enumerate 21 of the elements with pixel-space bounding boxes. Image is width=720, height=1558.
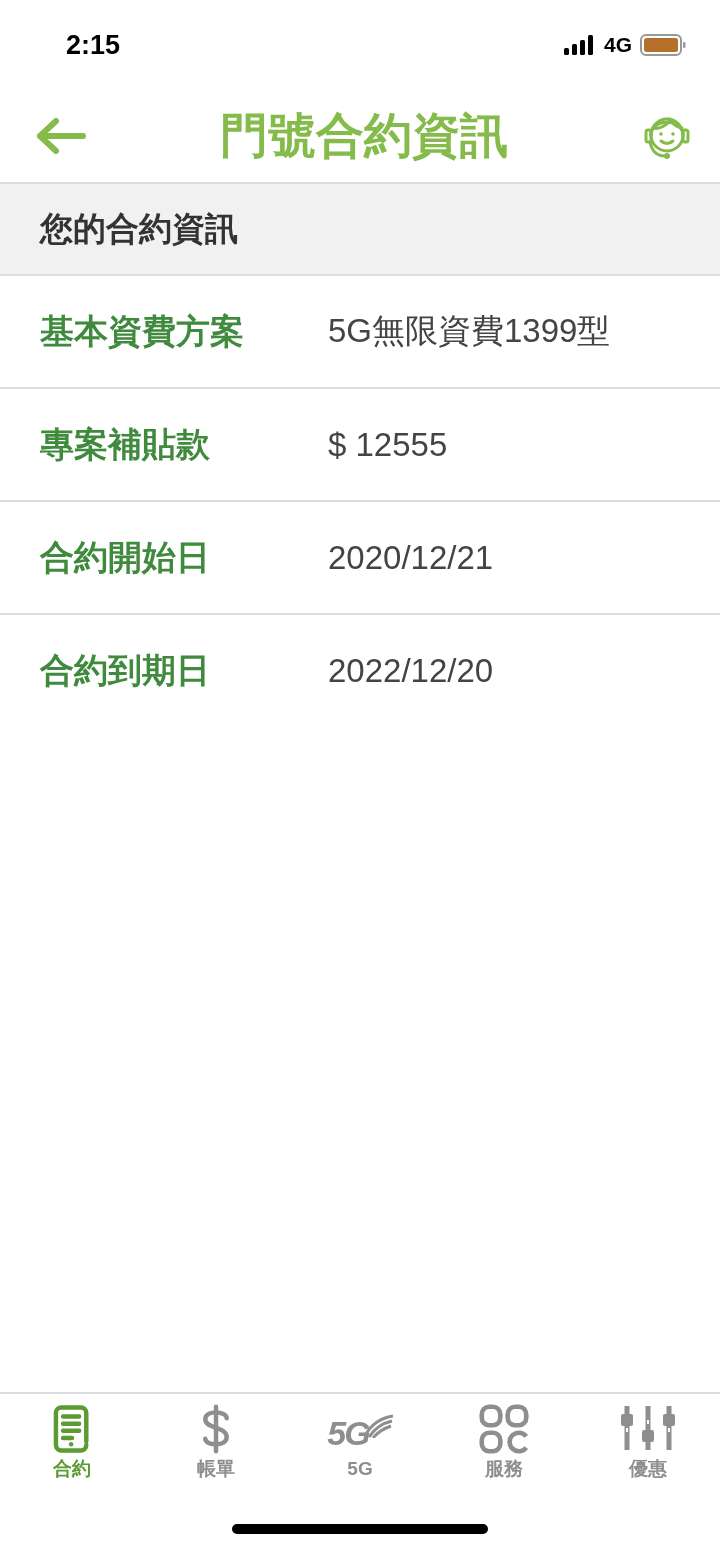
- tab[interactable]: 5G 5G: [288, 1400, 432, 1482]
- battery-icon: [640, 34, 686, 56]
- field-value: $ 12555: [328, 425, 448, 464]
- tab[interactable]: 優惠: [576, 1400, 720, 1482]
- network-label: 4G: [604, 33, 632, 57]
- field-value: 2022/12/20: [328, 651, 494, 690]
- tab[interactable]: 合約: [0, 1400, 144, 1482]
- field-value: 5G無限資費1399型: [328, 311, 611, 351]
- page-title: 門號合約資訊: [220, 108, 508, 164]
- tab[interactable]: 帳單: [144, 1400, 288, 1482]
- field-label: 基本資費方案: [40, 310, 245, 352]
- field-label: 專案補貼款: [40, 423, 211, 465]
- field-value: 2020/12/21: [328, 538, 494, 577]
- signal-icon: [564, 35, 596, 55]
- status-time: 2:15: [66, 29, 121, 61]
- field-label: 合約到期日: [40, 649, 211, 691]
- back-button[interactable]: [36, 116, 86, 156]
- section-title: 您的合約資訊: [40, 208, 238, 249]
- tab[interactable]: 服務: [432, 1400, 576, 1482]
- grid-icon: [477, 1404, 531, 1454]
- field-label: 合約開始日: [40, 536, 211, 578]
